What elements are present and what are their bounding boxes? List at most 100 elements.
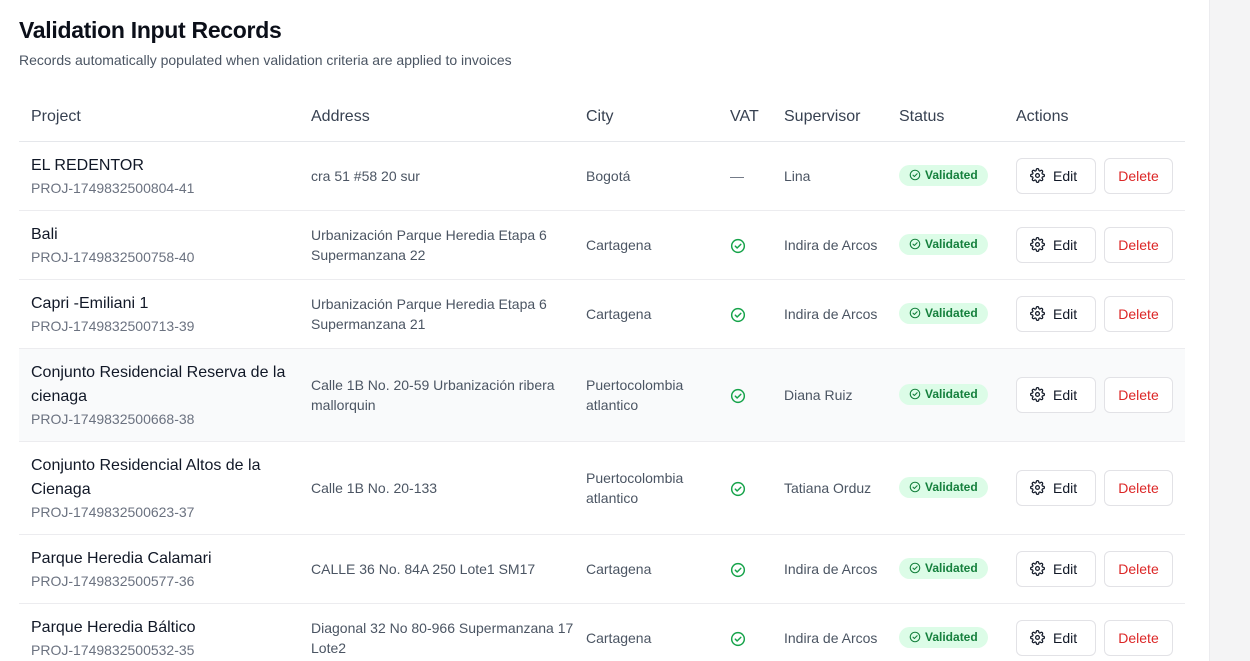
project-id: PROJ-1749832500713-39	[31, 317, 195, 334]
cell-city: Cartagena	[574, 534, 718, 604]
cell-status: Validated	[887, 603, 1004, 661]
edit-button[interactable]: Edit	[1016, 226, 1096, 263]
status-badge: Validated	[899, 626, 988, 648]
circle-check-icon	[909, 388, 921, 400]
cell-project: EL REDENTOR PROJ-1749832500804-41	[19, 141, 299, 211]
table-row[interactable]: Capri -Emiliani 1 PROJ-1749832500713-39 Ur…	[19, 279, 1185, 349]
edit-button[interactable]: Edit	[1016, 157, 1096, 194]
delete-button[interactable]: Delete	[1104, 469, 1173, 506]
edit-button[interactable]: Edit	[1016, 295, 1096, 332]
cell-actions: Edit Delete	[1004, 441, 1185, 535]
table-row[interactable]: Conjunto Residencial Altos de la Cienaga…	[19, 441, 1185, 535]
circle-check-icon	[730, 387, 746, 403]
delete-button[interactable]: Delete	[1104, 550, 1173, 587]
project-id: PROJ-1749832500668-38	[31, 410, 195, 427]
edit-label: Edit	[1053, 305, 1078, 322]
cell-supervisor: Indira de Arcos	[772, 279, 887, 349]
cell-vat	[718, 210, 772, 280]
project-name[interactable]: Bali	[31, 223, 299, 247]
table-header-row: Project Address City VAT Supervisor Stat…	[19, 94, 1185, 142]
circle-check-icon	[909, 481, 921, 493]
project-name[interactable]: Capri -Emiliani 1	[31, 292, 299, 316]
cell-vat	[718, 534, 772, 604]
table-body: EL REDENTOR PROJ-1749832500804-41 cra 51 #…	[19, 141, 1185, 661]
edit-button[interactable]: Edit	[1016, 619, 1096, 656]
cell-vat	[718, 441, 772, 535]
project-id: PROJ-1749832500532-35	[31, 641, 195, 658]
circle-check-icon	[909, 307, 921, 319]
cell-status: Validated	[887, 210, 1004, 280]
cell-vat	[718, 279, 772, 349]
cell-actions: Edit Delete	[1004, 279, 1185, 349]
cell-project: Bali PROJ-1749832500758-40	[19, 210, 299, 280]
project-id: PROJ-1749832500623-37	[31, 503, 195, 520]
table-row[interactable]: Conjunto Residencial Reserva de la ciena…	[19, 348, 1185, 442]
cell-supervisor: Diana Ruiz	[772, 348, 887, 442]
vat-empty: —	[730, 167, 744, 184]
cell-actions: Edit Delete	[1004, 141, 1185, 211]
cell-vat	[718, 603, 772, 661]
cell-status: Validated	[887, 534, 1004, 604]
cell-city: Cartagena	[574, 279, 718, 349]
cell-project: Parque Heredia Báltico PROJ-1749832500532…	[19, 603, 299, 661]
status-label: Validated	[925, 237, 978, 252]
cell-actions: Edit Delete	[1004, 210, 1185, 280]
cell-status: Validated	[887, 141, 1004, 211]
header-actions: Actions	[1004, 94, 1185, 142]
cell-address: Calle 1B No. 20-133	[299, 441, 574, 535]
cell-status: Validated	[887, 441, 1004, 535]
edit-button[interactable]: Edit	[1016, 376, 1096, 413]
header-vat[interactable]: VAT	[718, 94, 772, 142]
table-row[interactable]: Parque Heredia Báltico PROJ-1749832500532…	[19, 603, 1185, 661]
status-badge: Validated	[899, 476, 988, 498]
edit-label: Edit	[1053, 386, 1078, 403]
project-name[interactable]: Conjunto Residencial Reserva de la ciena…	[31, 361, 299, 409]
cell-city: Cartagena	[574, 603, 718, 661]
circle-check-icon	[730, 561, 746, 577]
cell-status: Validated	[887, 348, 1004, 442]
edit-label: Edit	[1053, 479, 1078, 496]
project-name[interactable]: Parque Heredia Báltico	[31, 616, 299, 640]
header-supervisor[interactable]: Supervisor	[772, 94, 887, 142]
header-city[interactable]: City	[574, 94, 718, 142]
delete-button[interactable]: Delete	[1104, 226, 1173, 263]
cell-supervisor: Indira de Arcos	[772, 534, 887, 604]
circle-check-icon	[730, 630, 746, 646]
status-badge: Validated	[899, 557, 988, 579]
project-name[interactable]: Parque Heredia Calamari	[31, 547, 299, 571]
cell-actions: Edit Delete	[1004, 348, 1185, 442]
cell-project: Conjunto Residencial Reserva de la ciena…	[19, 348, 299, 442]
cell-address: Urbanización Parque Heredia Etapa 6 Supe…	[299, 279, 574, 349]
status-label: Validated	[925, 480, 978, 495]
header-address[interactable]: Address	[299, 94, 574, 142]
cell-actions: Edit Delete	[1004, 603, 1185, 661]
status-badge: Validated	[899, 383, 988, 405]
edit-button[interactable]: Edit	[1016, 550, 1096, 587]
delete-button[interactable]: Delete	[1104, 619, 1173, 656]
table-row[interactable]: EL REDENTOR PROJ-1749832500804-41 cra 51 #…	[19, 141, 1185, 211]
circle-check-icon	[730, 237, 746, 253]
cell-address: cra 51 #58 20 sur	[299, 141, 574, 211]
delete-button[interactable]: Delete	[1104, 376, 1173, 413]
edit-label: Edit	[1053, 167, 1078, 184]
edit-label: Edit	[1053, 236, 1078, 253]
circle-check-icon	[909, 562, 921, 574]
cell-actions: Edit Delete	[1004, 534, 1185, 604]
status-label: Validated	[925, 561, 978, 576]
header-status[interactable]: Status	[887, 94, 1004, 142]
cell-project: Conjunto Residencial Altos de la Cienaga…	[19, 441, 299, 535]
cell-address: Urbanización Parque Heredia Etapa 6 Supe…	[299, 210, 574, 280]
gear-icon	[1030, 306, 1045, 321]
cell-supervisor: Indira de Arcos	[772, 603, 887, 661]
table-row[interactable]: Parque Heredia Calamari PROJ-174983250057…	[19, 534, 1185, 604]
cell-vat: —	[718, 141, 772, 211]
table-row[interactable]: Bali PROJ-1749832500758-40 Urbanización Pa…	[19, 210, 1185, 280]
status-label: Validated	[925, 630, 978, 645]
edit-button[interactable]: Edit	[1016, 469, 1096, 506]
delete-button[interactable]: Delete	[1104, 157, 1173, 194]
circle-check-icon	[909, 238, 921, 250]
project-name[interactable]: EL REDENTOR	[31, 154, 299, 178]
header-project[interactable]: Project	[19, 94, 299, 142]
project-name[interactable]: Conjunto Residencial Altos de la Cienaga	[31, 454, 299, 502]
delete-button[interactable]: Delete	[1104, 295, 1173, 332]
